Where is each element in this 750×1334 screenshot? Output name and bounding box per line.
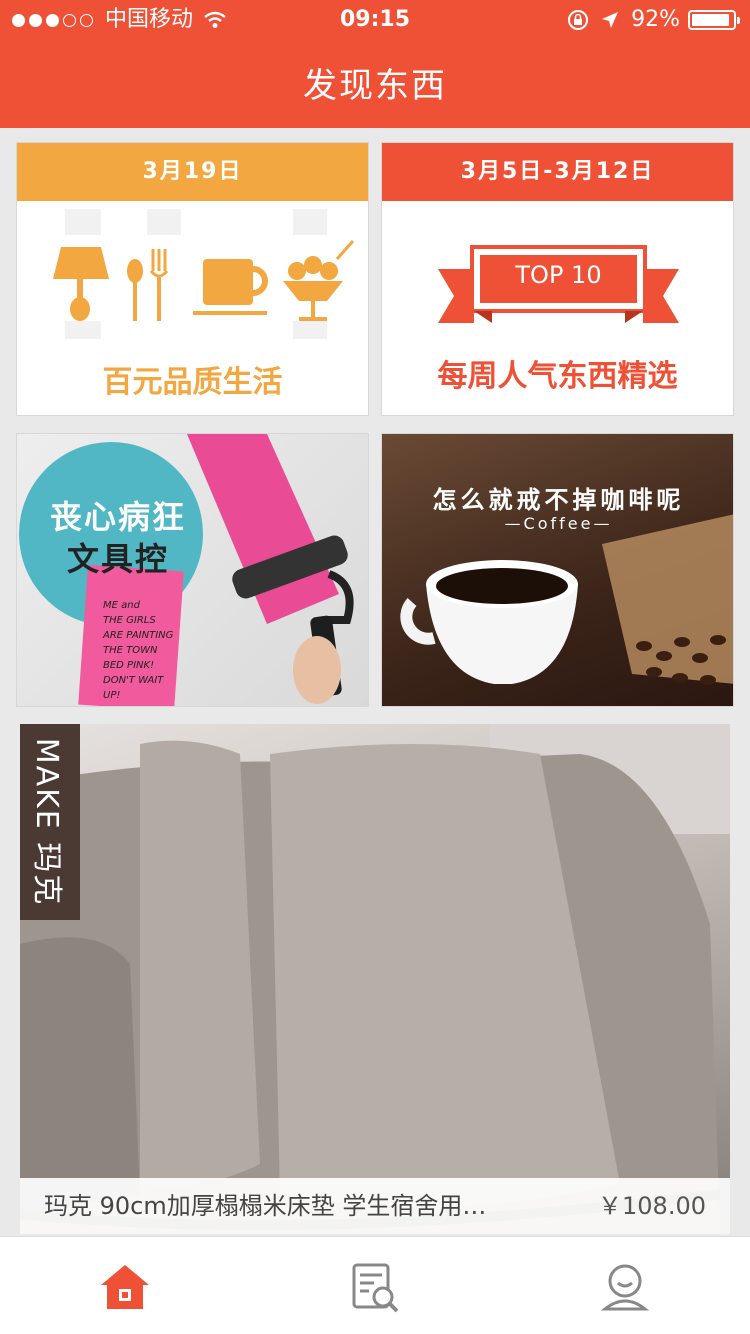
card-date-header: 3月19日 xyxy=(17,143,368,201)
status-right: 92% xyxy=(567,0,740,40)
battery-fill xyxy=(692,14,729,26)
card-title-line1: 丧心病狂 xyxy=(49,498,186,536)
location-arrow-icon xyxy=(602,12,619,28)
top10-badge-text: TOP 10 xyxy=(515,261,602,289)
card-coffee[interactable]: 怎么就戒不掉咖啡呢 —Coffee— xyxy=(381,433,734,707)
tab-profile[interactable] xyxy=(599,1261,651,1313)
card-title: 怎么就戒不掉咖啡呢 xyxy=(432,486,685,514)
battery-icon xyxy=(688,10,740,30)
tab-bar xyxy=(0,1236,750,1334)
lamp-icon xyxy=(53,247,109,279)
tape-line: BED PINK! xyxy=(103,660,155,671)
mattress-image xyxy=(20,724,730,1234)
tape-line: DON'T WAIT xyxy=(103,675,164,686)
featured-product[interactable]: MAKE 玛克 玛克 90cm加厚榻榻米床垫 学生宿舍用… ￥108.00 xyxy=(20,724,730,1234)
top10-ribbon xyxy=(438,245,679,323)
card-title-line2: 文具控 xyxy=(66,540,169,578)
card-weekly-top[interactable]: 3月5日-3月12日 TOP 10 每周人气东西精选 xyxy=(381,142,734,416)
page-title: 发现东西 xyxy=(303,66,447,106)
product-title: 玛克 90cm加厚榻榻米床垫 学生宿舍用… xyxy=(44,1192,487,1220)
card-date-header: 3月5日-3月12日 xyxy=(382,143,733,201)
tape-line: THE TOWN xyxy=(103,645,158,656)
tape-line: UP! xyxy=(103,690,121,701)
product-info-bar: 玛克 90cm加厚榻榻米床垫 学生宿舍用… ￥108.00 xyxy=(20,1178,730,1234)
discover-icon xyxy=(352,1263,399,1313)
brand-label: MAKE 玛克 xyxy=(29,737,64,907)
card-stationery[interactable]: 丧心病狂 文具控 ME and THE GIRLS ARE PAINTING T… xyxy=(16,433,369,707)
product-price: ￥108.00 xyxy=(598,1192,706,1220)
card-caption: 百元品质生活 xyxy=(102,365,283,400)
top-bar: 中国移动 09:15 92% 发现东西 xyxy=(0,0,750,128)
card-caption: 每周人气东西精选 xyxy=(437,359,678,394)
tape-line: THE GIRLS xyxy=(103,615,156,626)
tab-discover[interactable] xyxy=(349,1261,401,1313)
tape-line: ARE PAINTING xyxy=(103,630,174,641)
home-icon xyxy=(101,1265,149,1309)
profile-icon xyxy=(600,1264,650,1311)
rotation-lock-icon xyxy=(568,10,589,30)
lifestyle-icons xyxy=(53,209,355,339)
tape-line: ME and xyxy=(103,600,140,611)
card-quality-life[interactable]: 3月19日 百元品质生活 xyxy=(16,142,369,416)
coffee-cup-illustration xyxy=(400,514,733,685)
status-bar: 中国移动 09:15 92% xyxy=(0,0,750,40)
tab-home[interactable] xyxy=(99,1261,151,1313)
battery-percent: 92% xyxy=(631,7,680,32)
tape-note: ME and THE GIRLS ARE PAINTING THE TOWN B… xyxy=(103,598,183,703)
card-subtitle: —Coffee— xyxy=(504,514,613,533)
brand-band: MAKE 玛克 xyxy=(20,724,80,920)
